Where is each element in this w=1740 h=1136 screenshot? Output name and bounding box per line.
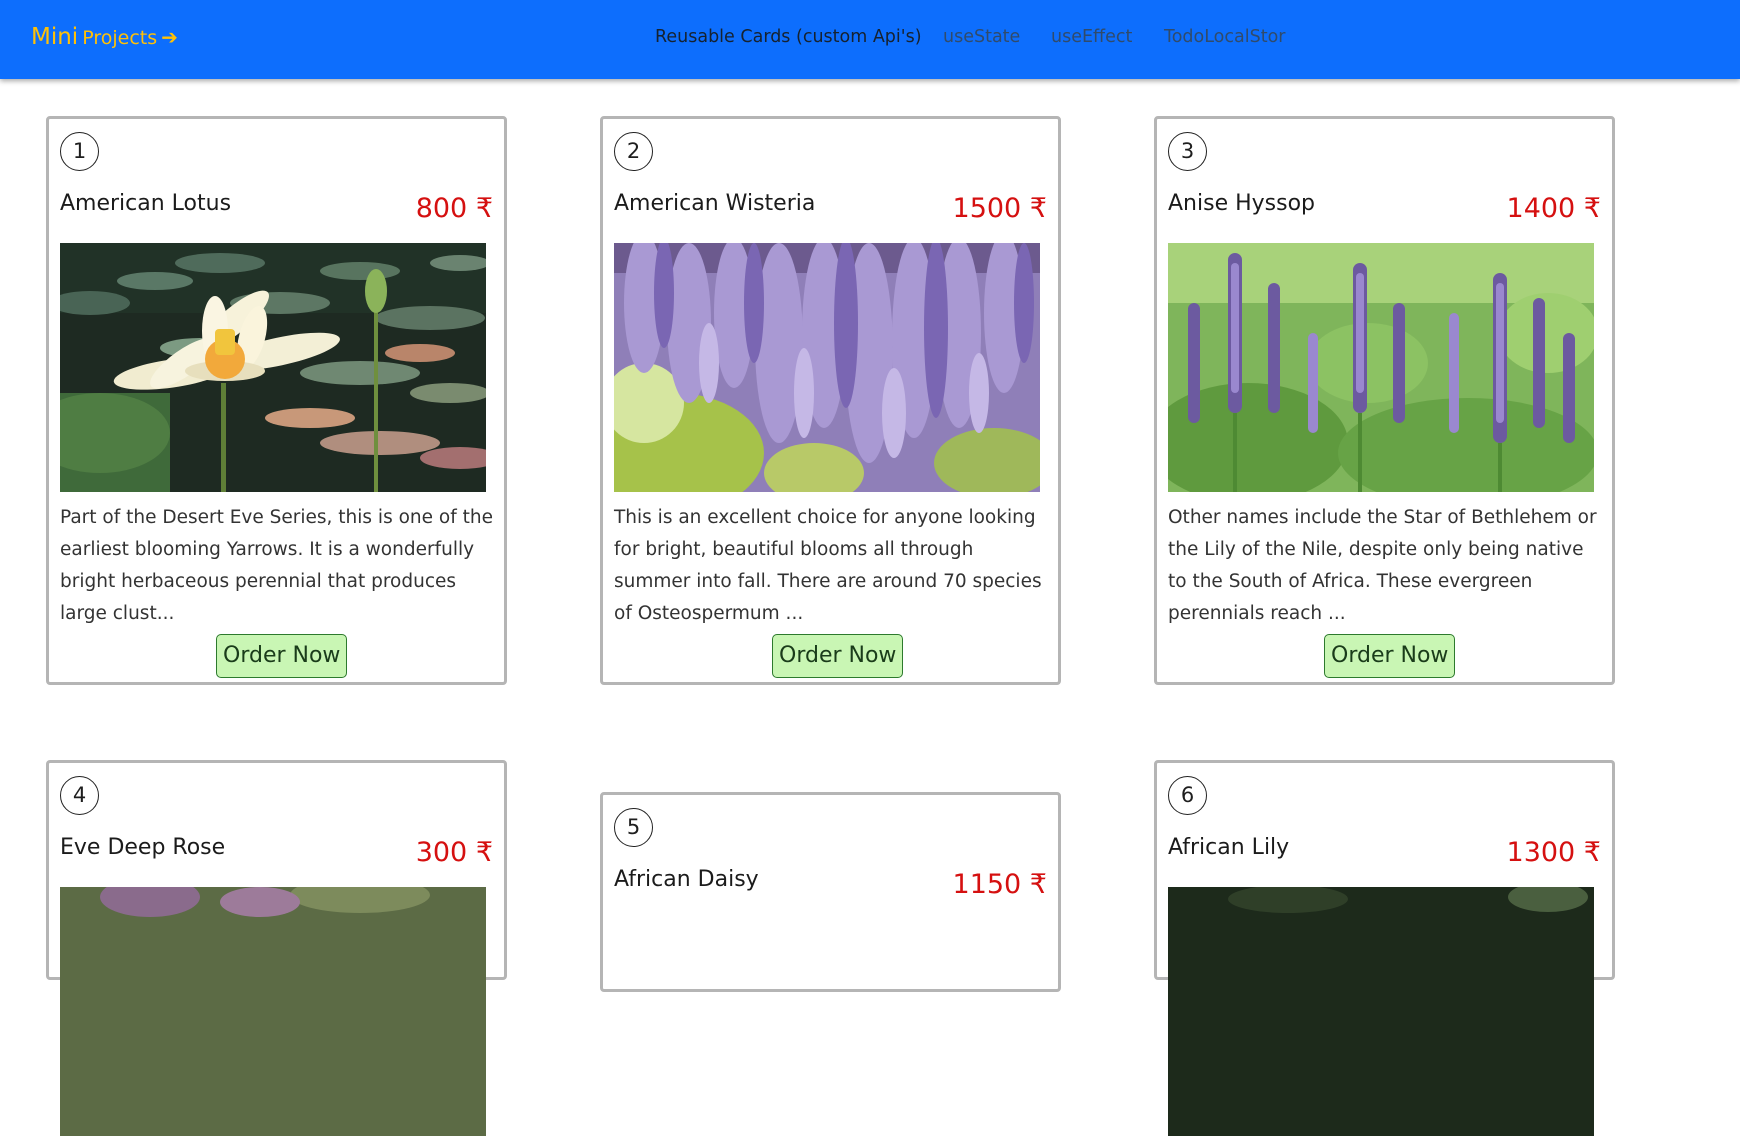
nav-link-usestate[interactable]: useState <box>943 27 1020 47</box>
arrow-right-icon: ➔ <box>161 25 178 49</box>
nav-link-useeffect[interactable]: useEffect <box>1051 27 1132 47</box>
top-navbar: Mini Projects ➔ Reusable Cards (custom Api… <box>0 0 1740 79</box>
product-name: American Wisteria <box>614 191 816 216</box>
lily-flower-photo <box>1168 887 1594 1136</box>
product-price: 800 ₹ <box>415 193 493 224</box>
product-description: Part of the Desert Eve Series, this is o… <box>60 507 493 624</box>
product-price: 300 ₹ <box>415 837 493 868</box>
product-description: Other names include the Star of Bethlehe… <box>1168 507 1597 624</box>
product-name: American Lotus <box>60 191 232 216</box>
hyssop-flower-photo <box>1168 243 1594 492</box>
product-name: Anise Hyssop <box>1168 191 1316 216</box>
lotus-flower-photo <box>60 243 486 492</box>
wisteria-flower-photo <box>614 243 1040 492</box>
brand-logo[interactable]: Mini Projects ➔ <box>31 24 178 50</box>
product-card: 2 American Wisteria 1500 ₹ This is an ex… <box>600 116 1061 685</box>
brand-word-mini: Mini <box>31 24 79 50</box>
brand-word-projects: Projects <box>82 27 158 49</box>
card-number-badge: 1 <box>60 132 99 171</box>
product-card: 5 African Daisy 1150 ₹ <box>600 792 1061 992</box>
card-number-badge: 4 <box>60 776 99 815</box>
order-now-button[interactable]: Order Now <box>1324 634 1456 678</box>
product-card: 6 African Lily 1300 ₹ <box>1154 760 1615 1136</box>
product-name: Eve Deep Rose <box>60 835 226 860</box>
card-number-badge: 6 <box>1168 776 1207 815</box>
product-price: 1400 ₹ <box>1506 193 1601 224</box>
product-name: African Daisy <box>614 867 759 892</box>
product-card: 4 Eve Deep Rose 300 ₹ <box>46 760 507 1136</box>
product-price: 1300 ₹ <box>1506 837 1601 868</box>
product-card: 3 Anise Hyssop 1400 ₹ Other names includ… <box>1154 116 1615 685</box>
card-number-badge: 5 <box>614 808 653 847</box>
order-now-button[interactable]: Order Now <box>772 634 904 678</box>
product-name: African Lily <box>1168 835 1290 860</box>
rose-flower-photo <box>60 887 486 1136</box>
product-card: 1 American Lotus 800 ₹ Part of the Deser… <box>46 116 507 685</box>
product-price: 1150 ₹ <box>952 869 1047 900</box>
product-price: 1500 ₹ <box>952 193 1047 224</box>
nav-link-reusable-cards[interactable]: Reusable Cards (custom Api's) <box>655 27 922 47</box>
card-number-badge: 3 <box>1168 132 1207 171</box>
card-number-badge: 2 <box>614 132 653 171</box>
nav-link-todolocalstor[interactable]: TodoLocalStor <box>1164 27 1285 47</box>
order-now-button[interactable]: Order Now <box>216 634 348 678</box>
product-description: This is an excellent choice for anyone l… <box>614 507 1042 624</box>
